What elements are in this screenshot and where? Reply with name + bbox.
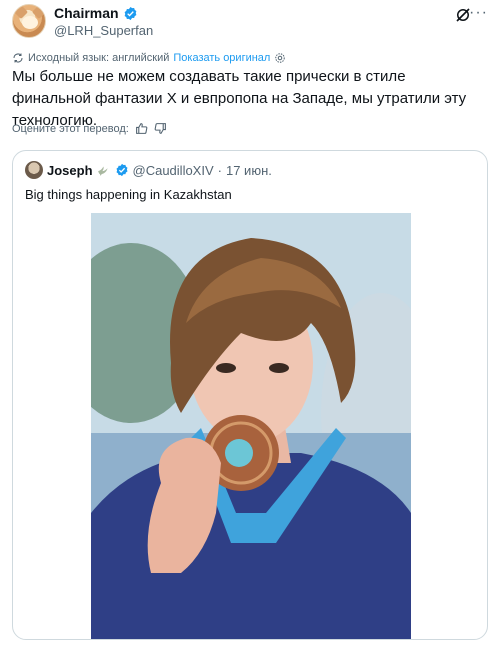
quoted-tweet[interactable]: Joseph @CaudilloXIV · 17 июн. Big things… [12, 150, 488, 640]
author-name-row: Chairman [54, 5, 138, 21]
author-avatar[interactable] [12, 4, 46, 38]
rate-translation-row: Оцените этот перевод: [12, 122, 167, 135]
quoted-tweet-text: Big things happening in Kazakhstan [25, 187, 232, 202]
quoted-tweet-photo[interactable] [91, 213, 411, 639]
translation-row: Исходный язык: английский Показать ориги… [12, 52, 286, 64]
more-icon[interactable]: ··· [469, 5, 488, 21]
rate-translation-label: Оцените этот перевод: [12, 122, 129, 135]
separator-dot: · [217, 162, 222, 178]
translate-icon [13, 53, 23, 63]
verified-badge-icon [124, 6, 136, 20]
tweet-header: Chairman @LRH_Superfan ··· [12, 4, 488, 48]
source-language-label: Исходный язык: английский [28, 52, 170, 64]
dove-icon [97, 166, 108, 176]
author-handle[interactable]: @LRH_Superfan [54, 23, 153, 38]
thumbs-up-icon[interactable] [135, 122, 148, 135]
quoted-author-avatar[interactable] [25, 161, 43, 179]
photo-illustration [91, 213, 411, 639]
verified-badge-icon [116, 163, 127, 177]
quoted-tweet-date[interactable]: 17 июн. [226, 163, 272, 178]
quoted-author-handle[interactable]: @CaudilloXIV [133, 163, 214, 178]
settings-gear-icon[interactable] [274, 52, 286, 64]
quoted-author-name[interactable]: Joseph [47, 163, 93, 178]
show-original-link[interactable]: Показать оригинал [173, 52, 270, 64]
quoted-tweet-header: Joseph @CaudilloXIV · 17 июн. [25, 161, 272, 179]
author-display-name[interactable]: Chairman [54, 5, 119, 21]
thumbs-down-icon[interactable] [154, 122, 167, 135]
